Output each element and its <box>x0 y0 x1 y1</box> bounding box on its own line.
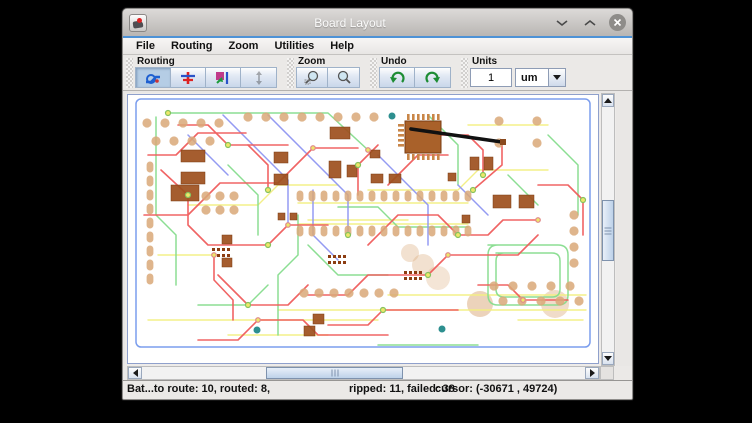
v-scroll-thumb[interactable] <box>602 200 614 261</box>
toolbar-grip[interactable] <box>126 58 133 88</box>
menu-help[interactable]: Help <box>322 38 362 54</box>
maximize-icon[interactable] <box>581 14 599 32</box>
zoom-group-label: Zoom <box>296 56 360 67</box>
toolbar-grip[interactable] <box>461 58 468 88</box>
qfp-chip <box>398 114 441 160</box>
pcb-artwork <box>128 95 598 363</box>
rip-trace-button[interactable] <box>171 68 206 87</box>
scroll-up-icon[interactable] <box>602 94 614 107</box>
rip-trace-icon <box>180 71 196 85</box>
scroll-down-icon[interactable] <box>602 352 614 365</box>
undo-arrow-icon <box>389 71 405 85</box>
board-viewport <box>125 93 616 366</box>
redo-button[interactable] <box>415 68 450 87</box>
toolbar-grip[interactable] <box>287 58 294 88</box>
board-canvas[interactable] <box>127 94 599 364</box>
optimize-icon <box>215 71 231 85</box>
window-title: Board Layout <box>147 16 553 30</box>
h-scrollbar[interactable] <box>127 366 600 380</box>
v-scroll-track[interactable] <box>602 107 614 352</box>
scroll-left-icon[interactable] <box>128 367 142 379</box>
menu-file[interactable]: File <box>128 38 163 54</box>
menu-zoom[interactable]: Zoom <box>221 38 267 54</box>
scrollbar-corner <box>600 366 614 380</box>
zoom-region-icon <box>304 70 320 85</box>
redo-arrow-icon <box>425 71 441 85</box>
units-group-label: Units <box>470 56 566 67</box>
routing-group-label: Routing <box>135 56 277 67</box>
window-icon <box>129 14 147 32</box>
zoom-frame-button[interactable] <box>328 68 359 87</box>
zoom-group: Zoom <box>296 56 360 88</box>
zoom-region-button[interactable] <box>297 68 328 87</box>
units-unit-value: um <box>516 69 548 86</box>
canvas-area <box>123 91 632 366</box>
undo-group-label: Undo <box>379 56 451 67</box>
statusbar: Bat...to route: 10, routed: 8, ripped: 1… <box>123 380 632 399</box>
status-autoroute-info: Bat...to route: 10, routed: 8, <box>127 383 270 395</box>
board-layout-window: Board Layout File Routing Zo <box>122 8 633 400</box>
scroll-right-icon[interactable] <box>585 367 599 379</box>
titlebar[interactable]: Board Layout <box>123 9 632 38</box>
close-icon[interactable] <box>609 14 626 31</box>
status-cursor-position: cursor: (-30671 , 49724) <box>435 383 557 395</box>
minimize-icon[interactable] <box>553 14 571 32</box>
adjust-arrows-icon <box>253 71 265 85</box>
v-scrollbar[interactable] <box>601 93 615 366</box>
menubar: File Routing Zoom Utilities Help <box>123 38 632 55</box>
h-scroll-track[interactable] <box>142 367 585 379</box>
route-tool-button[interactable] <box>136 68 171 87</box>
toolbar: Routing <box>123 55 632 91</box>
h-scroll-thumb[interactable] <box>266 367 403 379</box>
toolbar-grip[interactable] <box>370 58 377 88</box>
optimize-tool-button[interactable] <box>206 68 241 87</box>
units-unit-combobox[interactable]: um <box>515 68 566 87</box>
routing-group: Routing <box>135 56 277 88</box>
combo-dropdown-icon[interactable] <box>548 69 565 86</box>
undo-group: Undo <box>379 56 451 88</box>
zoom-frame-icon <box>336 70 351 85</box>
units-value-input[interactable] <box>470 68 512 87</box>
menu-routing[interactable]: Routing <box>163 38 221 54</box>
route-trace-icon <box>144 71 162 85</box>
units-group: Units um <box>470 56 566 88</box>
adjust-tool-button[interactable] <box>241 68 276 87</box>
desktop-background: Board Layout File Routing Zo <box>0 0 752 423</box>
menu-utilities[interactable]: Utilities <box>266 38 322 54</box>
undo-button[interactable] <box>380 68 415 87</box>
